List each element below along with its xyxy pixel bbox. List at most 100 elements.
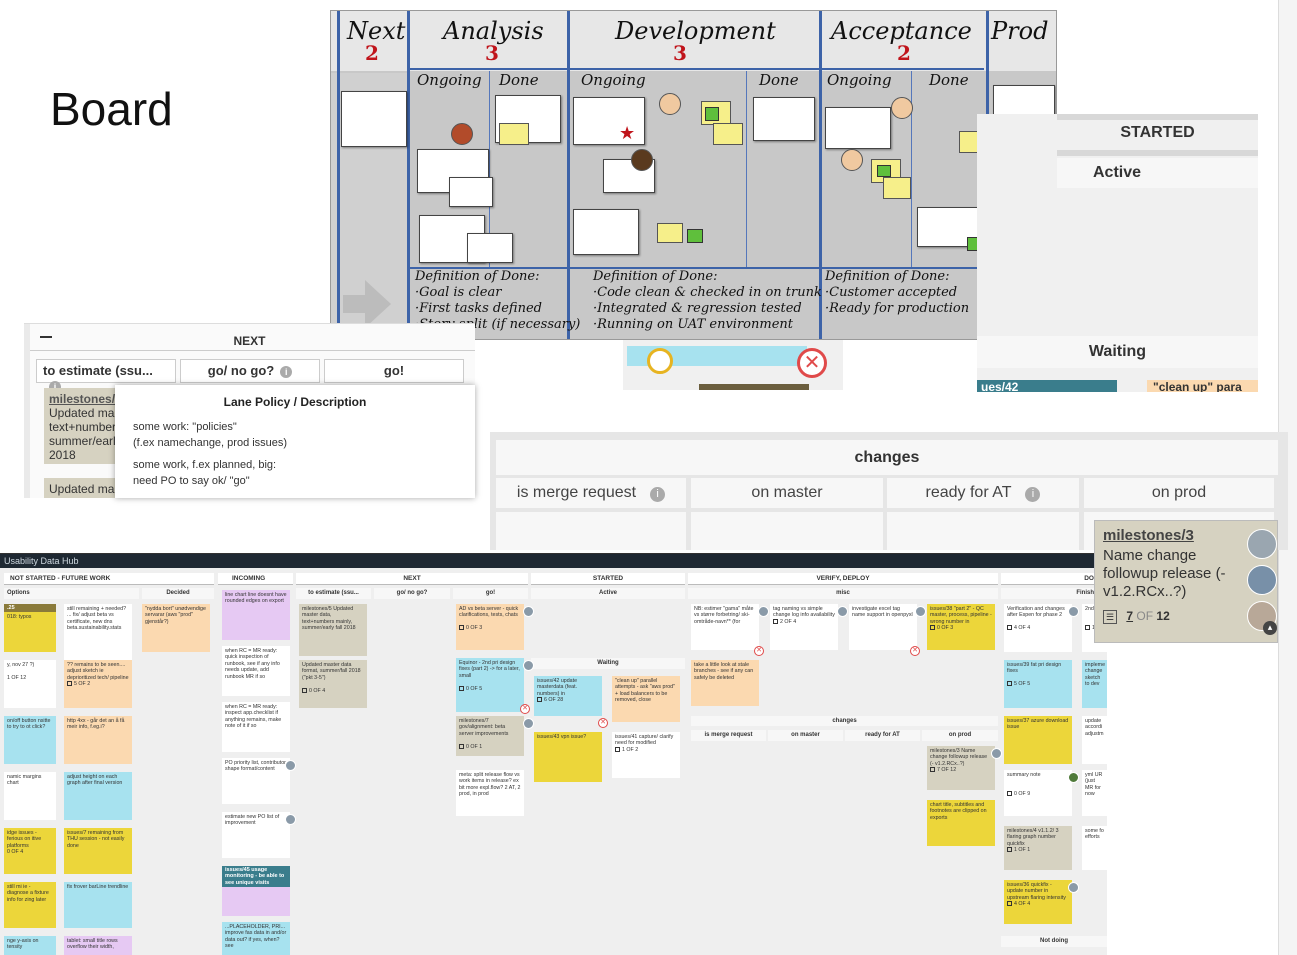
card[interactable]: issues/37 azure download issue	[1004, 716, 1072, 764]
blocked-icon[interactable]: ✕	[754, 646, 764, 656]
card[interactable]: nge y-axis on tensity	[4, 936, 56, 955]
card[interactable]: meta: split release flow vs work items i…	[456, 770, 524, 816]
group-verify-deploy[interactable]: VERIFY, DEPLOY	[688, 573, 998, 585]
card[interactable]: when RC = MR ready: inspect app.checklis…	[222, 702, 290, 752]
avatar[interactable]	[1068, 606, 1079, 617]
lane-ready-for-at[interactable]: ready for AT	[845, 730, 920, 741]
avatar[interactable]	[1247, 565, 1277, 595]
lane-waiting[interactable]: Waiting	[977, 336, 1258, 368]
card[interactable]: yml UR (just MR for now	[1082, 770, 1107, 816]
avatar[interactable]	[523, 718, 534, 729]
card[interactable]: namic margins chart	[4, 772, 56, 820]
info-icon[interactable]: i	[1025, 487, 1041, 502]
blocked-icon[interactable]: ✕	[797, 348, 827, 378]
lane-decided[interactable]: Decided	[142, 588, 214, 599]
card[interactable]: NB: estimer "gama" måte vs større forbet…	[691, 604, 759, 650]
group-not-started[interactable]: NOT STARTED - FUTURE WORK	[4, 573, 214, 585]
card[interactable]: idge issues - ferious on itive platforms…	[4, 828, 56, 874]
card[interactable]: tag naming vs simple change log info ava…	[770, 604, 838, 650]
card[interactable]: line chart line doesnt have rounded edge…	[222, 590, 290, 640]
card[interactable]: chart title, subtitles and footnotes are…	[927, 800, 995, 846]
card[interactable]: issues/38 "part 2" - QC master, process,…	[927, 604, 995, 650]
card[interactable]: AD vs beta server - quick clarifications…	[456, 604, 524, 650]
card[interactable]: ...PLACEHOLDER, PRI... improve fas data …	[222, 922, 290, 955]
card-title[interactable]: milestones/3	[1103, 527, 1269, 544]
info-icon[interactable]: i	[280, 366, 293, 378]
lane-ready-for-at[interactable]: ready for AT i	[887, 478, 1079, 508]
lane-on-prod[interactable]: on prod	[922, 730, 998, 741]
card[interactable]: http 4xx - går det an å få meir info, f.…	[64, 716, 132, 764]
group-incoming[interactable]: INCOMING	[218, 573, 293, 585]
card[interactable]: on/off button nsitte to try to ot click?	[4, 716, 56, 764]
card[interactable]: take a little look at stale branches - s…	[691, 660, 759, 706]
lane-active[interactable]: Active	[1057, 158, 1258, 188]
lane-to-estimate[interactable]: to estimate (ssu...	[296, 588, 371, 599]
card[interactable]: investigate excel tag name support in op…	[849, 604, 917, 650]
lane-on-master[interactable]: on master	[768, 730, 843, 741]
avatar[interactable]	[523, 660, 534, 671]
card[interactable]: some fo efforts	[1082, 826, 1107, 870]
avatar[interactable]	[758, 606, 769, 617]
card[interactable]: milestones/4 v1.1.2/ 3 flaring graph num…	[1004, 826, 1072, 870]
lane-merge-request[interactable]: is merge request	[691, 730, 766, 741]
avatar[interactable]	[1068, 882, 1079, 893]
card[interactable]: update accordi adjustm	[1082, 716, 1107, 764]
avatar[interactable]	[1068, 772, 1079, 783]
card[interactable]: issues/43 vpn issue?	[534, 732, 602, 782]
group-started[interactable]: STARTED	[531, 573, 685, 585]
lane-on-prod[interactable]: on prod	[1084, 478, 1274, 508]
expand-icon[interactable]: ▴	[1263, 621, 1277, 635]
card[interactable]: issues/7 remaining from THU session - no…	[64, 828, 132, 874]
card[interactable]: "clean up" parallel attempts - ask "aws …	[612, 676, 680, 722]
card[interactable]: still mi ie - diagnose a fixture info fo…	[4, 882, 56, 928]
lane-waiting[interactable]: Waiting	[531, 658, 685, 669]
avatar[interactable]	[837, 606, 848, 617]
lane-options[interactable]: Options	[4, 588, 139, 599]
avatar[interactable]	[285, 760, 296, 771]
card[interactable]: "nydda bort" unødvendige servarar (aws "…	[142, 604, 210, 652]
card[interactable]: Updated master data format, summer/fall …	[299, 660, 367, 708]
card[interactable]: issues/41 capture/ clarify need for modi…	[612, 732, 680, 778]
avatar[interactable]	[915, 606, 926, 617]
group-next[interactable]: NEXT	[296, 573, 528, 585]
card[interactable]: summary note 0 OF 9	[1004, 770, 1072, 816]
lane-active[interactable]: Active	[531, 588, 685, 599]
card[interactable]: issues/42 update masterdata (feat. numbe…	[534, 676, 602, 716]
card[interactable]: impleme change sketch to dev	[1082, 660, 1107, 708]
avatar[interactable]	[285, 814, 296, 825]
card[interactable]: adjust height on each graph after final …	[64, 772, 132, 820]
lane-finished[interactable]: Finished	[1001, 588, 1107, 599]
lane-to-estimate[interactable]: to estimate (ssu...i	[36, 359, 176, 393]
card[interactable]: ?? remains to be seen.... adjust sketch …	[64, 660, 132, 708]
lane-go-no-go[interactable]: go/ no go? i	[180, 359, 320, 383]
card[interactable]: fix frover barLine trendline	[64, 882, 132, 928]
info-icon[interactable]: i	[650, 487, 666, 502]
card[interactable]: estimate new PO list of improvement	[222, 812, 290, 858]
lane-go[interactable]: go!	[324, 359, 464, 383]
card[interactable]: PO priority list, contributor shape form…	[222, 758, 290, 804]
card[interactable]: milestones/5 Updated master data, text+n…	[299, 604, 367, 656]
blocked-icon[interactable]: ✕	[910, 646, 920, 656]
card[interactable]: milestones/3 Name change followup releas…	[927, 746, 995, 790]
card[interactable]: issues/45 usage monitoring - be able to …	[222, 866, 290, 916]
card[interactable]: tablet: small title rows overflow their …	[64, 936, 132, 955]
avatar[interactable]	[523, 606, 534, 617]
card-issue-header[interactable]: ues/42	[977, 380, 1117, 392]
lane-go-no-go[interactable]: go/ no go?	[374, 588, 450, 599]
card[interactable]: issues/36 quickfix - update number in up…	[1004, 880, 1072, 924]
avatar[interactable]	[991, 748, 1002, 759]
lane-on-master[interactable]: on master	[691, 478, 883, 508]
lane-misc[interactable]: misc	[688, 588, 998, 599]
blocked-icon[interactable]: ✕	[520, 704, 530, 714]
card[interactable]: Verification and changes after Espen for…	[1004, 604, 1072, 652]
blocked-icon[interactable]: ✕	[598, 718, 608, 728]
card[interactable]: issues/39 fat pri design fixes 5 OF 5	[1004, 660, 1072, 708]
card[interactable]: .25 018: typos	[4, 604, 56, 652]
card-text-fragment[interactable]: "clean up" para	[1147, 380, 1258, 392]
card-milestone-zoomed[interactable]: milestones/3 Name change followup releas…	[1094, 520, 1278, 643]
card[interactable]: still remaining + needed? ... fix/ adjus…	[64, 604, 132, 660]
lane-go[interactable]: go!	[453, 588, 528, 599]
avatar[interactable]	[1247, 529, 1277, 559]
card[interactable]: y, nov 27 ?) 1 OF 12	[4, 660, 56, 708]
lane-merge-request[interactable]: is merge request i	[496, 478, 686, 508]
